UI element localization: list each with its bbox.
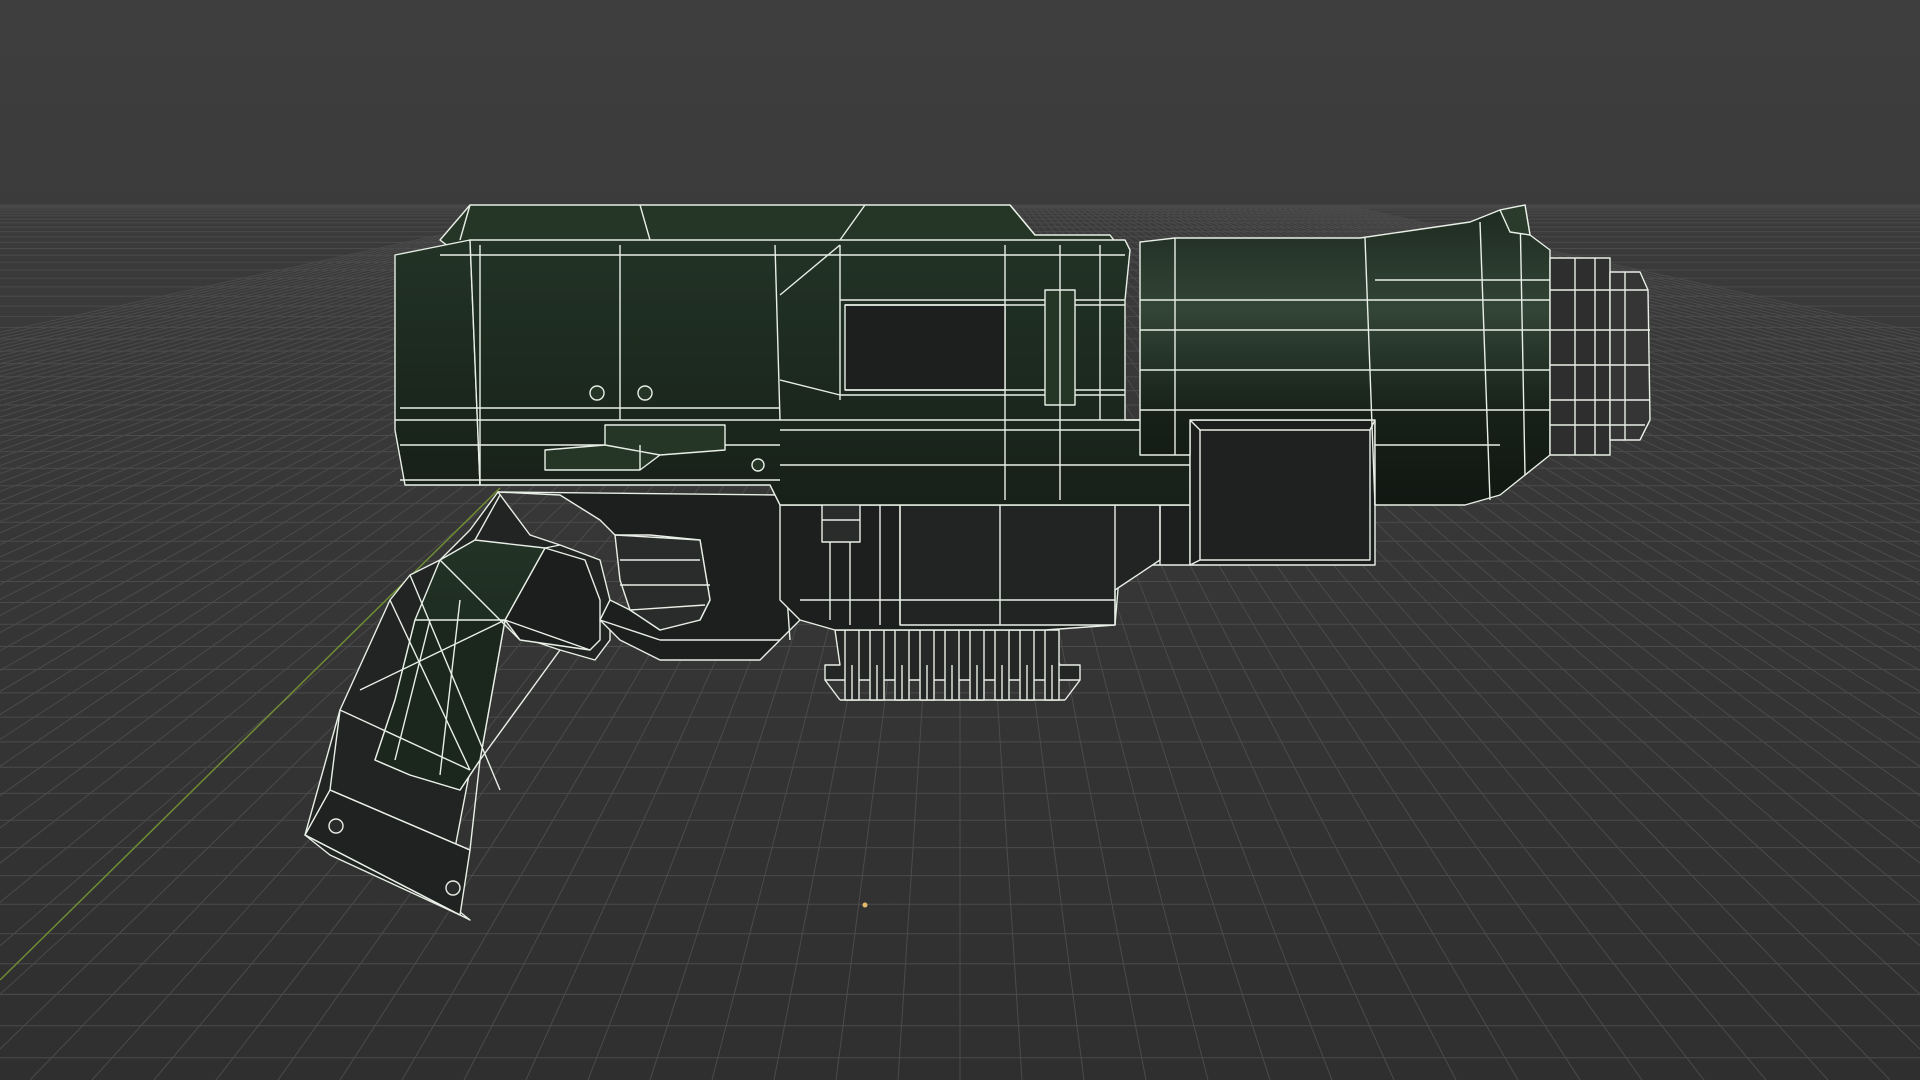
3d-viewport[interactable] [0, 0, 1920, 1080]
grip-screw-upper [328, 818, 344, 834]
ejection-port [844, 304, 1006, 391]
slide[interactable] [394, 204, 1191, 506]
object-origin [862, 902, 868, 908]
viewport-canvas[interactable] [0, 0, 1920, 1080]
grip-screw-lower [445, 880, 461, 896]
front-block[interactable] [1189, 419, 1376, 566]
frame-screw [751, 458, 765, 472]
slide-screw-1 [589, 385, 605, 401]
slide-screw-2 [637, 385, 653, 401]
muzzle[interactable] [1549, 257, 1651, 456]
rail-teeth [844, 629, 1060, 701]
